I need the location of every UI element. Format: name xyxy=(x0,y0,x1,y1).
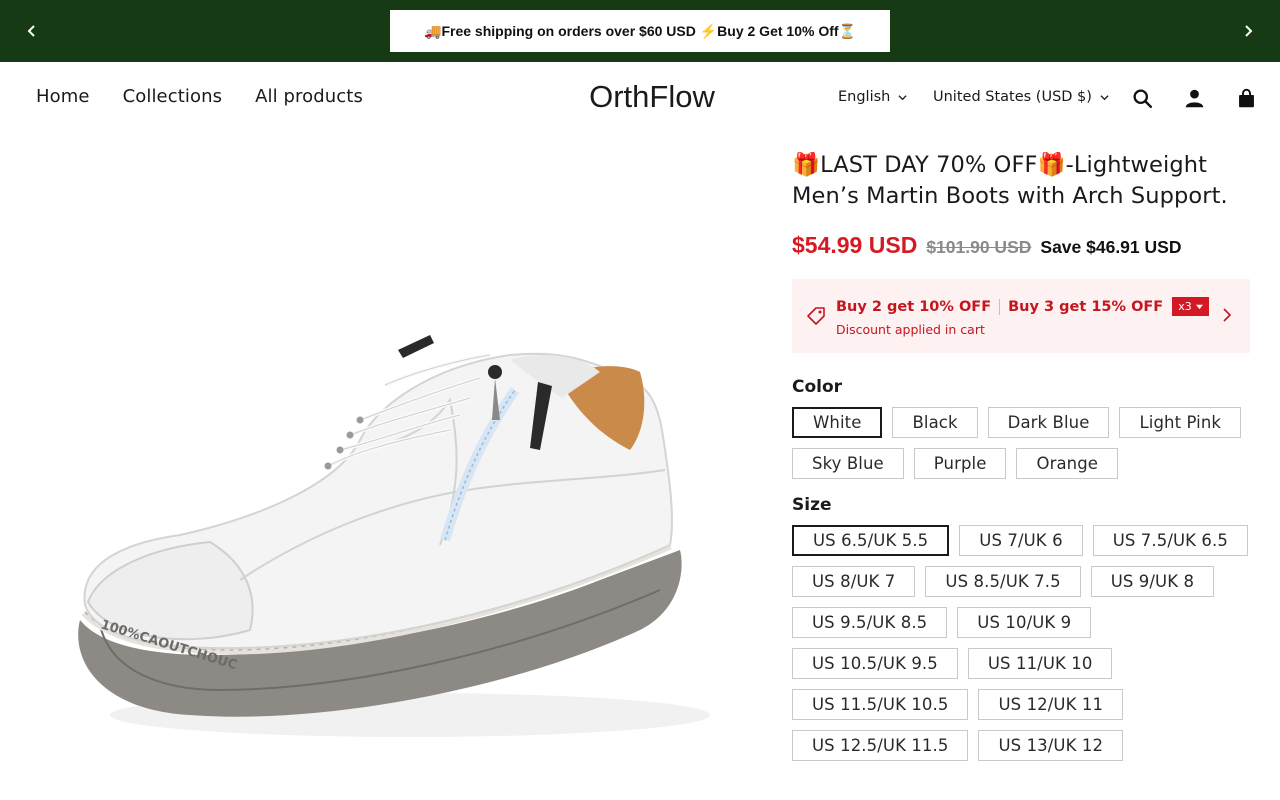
announcement-prev-button[interactable] xyxy=(19,18,45,44)
product-title: 🎁LAST DAY 70% OFF🎁-Lightweight Men’s Mar… xyxy=(792,152,1228,209)
chevron-down-icon xyxy=(898,94,907,100)
size-options: US 6.5/UK 5.5 US 7/UK 6 US 7.5/UK 6.5 US… xyxy=(792,525,1262,761)
announcement-next-button[interactable] xyxy=(1235,18,1261,44)
size-option[interactable]: US 13/UK 12 xyxy=(978,730,1124,761)
product-image[interactable]: 100%CAOUTCHOUC xyxy=(40,150,760,800)
cart-icon xyxy=(1238,88,1254,107)
color-option-black[interactable]: Black xyxy=(892,407,978,438)
quantity-badge-label: x3 xyxy=(1178,300,1192,313)
product-info: 🎁LAST DAY 70% OFF🎁-Lightweight Men’s Mar… xyxy=(792,150,1252,761)
announcement-message: 🚚Free shipping on orders over $60 USD ⚡B… xyxy=(390,10,890,52)
country-label: United States (USD $) xyxy=(933,89,1092,105)
size-option[interactable]: US 8.5/UK 7.5 xyxy=(925,566,1081,597)
size-option[interactable]: US 9/UK 8 xyxy=(1090,566,1215,597)
color-option-light-pink[interactable]: Light Pink xyxy=(1119,407,1242,438)
chevron-right-icon xyxy=(1223,308,1232,322)
offer-divider xyxy=(999,298,1001,315)
savings-amount: Save $46.91 USD xyxy=(1040,237,1182,257)
sale-price: $54.99 USD xyxy=(792,232,918,258)
language-selector[interactable]: English xyxy=(838,89,907,105)
price-row: $54.99 USD $101.90 USD Save $46.91 USD xyxy=(792,232,1252,259)
color-option-purple[interactable]: Purple xyxy=(913,448,1007,479)
size-option[interactable]: US 8/UK 7 xyxy=(792,566,916,597)
bundle-discount-banner[interactable]: Buy 2 get 10% OFF Buy 3 get 15% OFF x3 D… xyxy=(792,279,1250,353)
size-option[interactable]: US 9.5/UK 8.5 xyxy=(792,607,948,638)
site-header: Home Collections All products OrthFlow E… xyxy=(0,62,1280,134)
offer-buy-3: Buy 3 get 15% OFF xyxy=(1008,298,1164,315)
account-button[interactable] xyxy=(1182,86,1206,110)
main-nav: Home Collections All products xyxy=(36,86,363,107)
size-option[interactable]: US 11.5/UK 10.5 xyxy=(792,689,969,720)
size-option[interactable]: US 7/UK 6 xyxy=(959,525,1083,556)
country-selector[interactable]: United States (USD $) xyxy=(933,89,1109,105)
size-option[interactable]: US 11/UK 10 xyxy=(967,648,1113,679)
shoe-illustration: 100%CAOUTCHOUC xyxy=(78,335,710,737)
announcement-bar: 🚚Free shipping on orders over $60 USD ⚡B… xyxy=(0,0,1280,62)
cart-button[interactable] xyxy=(1234,86,1258,110)
chevron-down-icon xyxy=(1100,94,1109,100)
nav-all-products[interactable]: All products xyxy=(255,86,363,107)
compare-price: $101.90 USD xyxy=(926,237,1032,257)
caret-down-icon xyxy=(1195,304,1203,310)
size-option[interactable]: US 7.5/UK 6.5 xyxy=(1092,525,1248,556)
account-icon xyxy=(1185,89,1203,107)
chevron-right-icon xyxy=(1245,25,1253,37)
nav-home[interactable]: Home xyxy=(36,86,90,107)
search-icon xyxy=(1132,88,1152,108)
size-option[interactable]: US 12.5/UK 11.5 xyxy=(792,730,969,761)
size-option[interactable]: US 12/UK 11 xyxy=(978,689,1124,720)
search-button[interactable] xyxy=(1130,86,1154,110)
language-label: English xyxy=(838,89,891,105)
chevron-left-icon xyxy=(27,25,35,37)
size-option[interactable]: US 10/UK 9 xyxy=(957,607,1092,638)
size-option[interactable]: US 10.5/UK 9.5 xyxy=(792,648,958,679)
size-option[interactable]: US 6.5/UK 5.5 xyxy=(792,525,950,556)
discount-note: Discount applied in cart xyxy=(836,322,985,337)
bundle-offers: Buy 2 get 10% OFF Buy 3 get 15% OFF x3 xyxy=(836,297,1209,316)
color-options: White Black Dark Blue Light Pink Sky Blu… xyxy=(792,407,1262,479)
size-label: Size xyxy=(792,495,832,515)
offer-buy-2: Buy 2 get 10% OFF xyxy=(836,298,992,315)
color-label: Color xyxy=(792,377,843,397)
quantity-badge[interactable]: x3 xyxy=(1172,297,1209,316)
store-logo[interactable]: OrthFlow xyxy=(552,79,752,115)
color-option-white[interactable]: White xyxy=(792,407,883,438)
color-option-sky-blue[interactable]: Sky Blue xyxy=(792,448,904,479)
tag-icon xyxy=(807,307,825,325)
color-option-orange[interactable]: Orange xyxy=(1016,448,1119,479)
nav-collections[interactable]: Collections xyxy=(123,86,223,107)
color-option-dark-blue[interactable]: Dark Blue xyxy=(987,407,1110,438)
